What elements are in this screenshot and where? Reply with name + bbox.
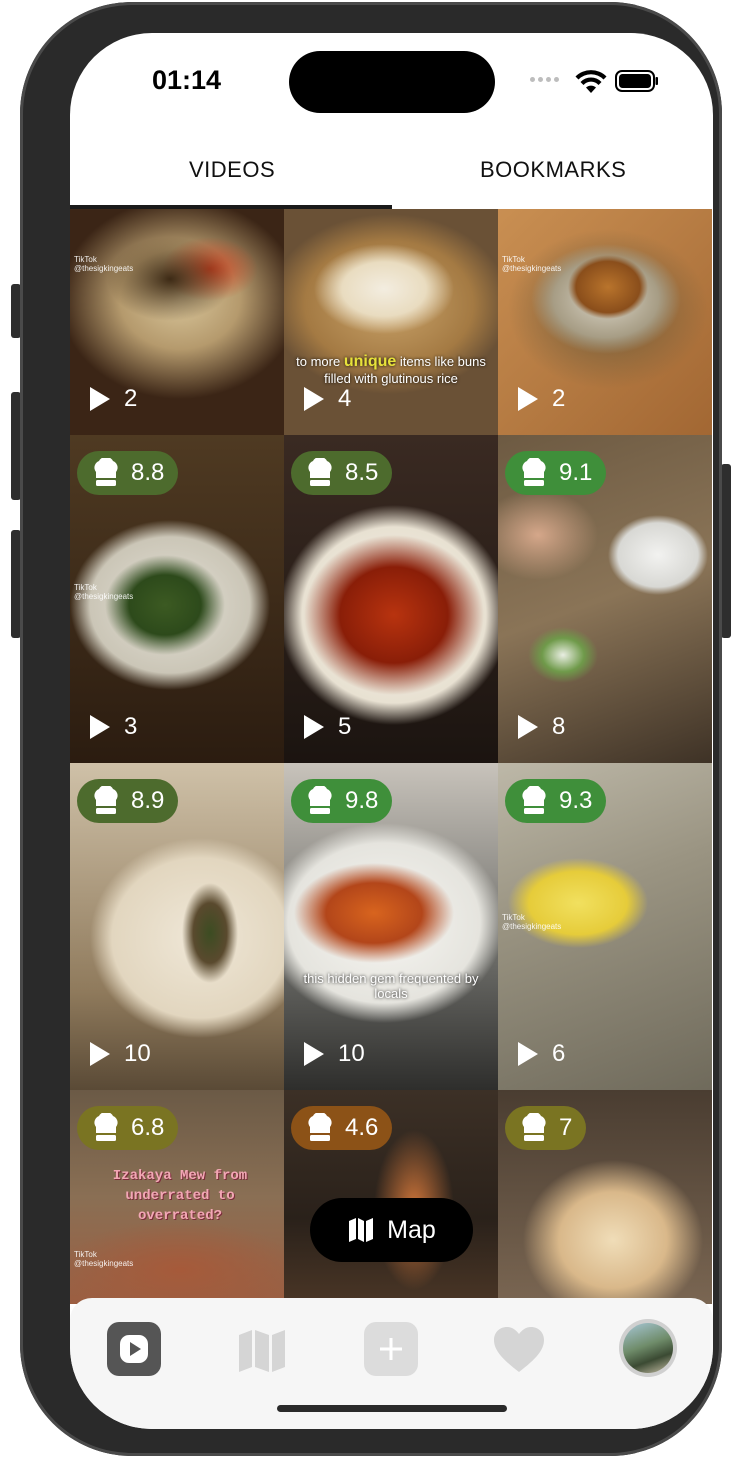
chef-hat-icon — [522, 786, 546, 814]
video-tile[interactable]: TikTok @thesigkingeats 2 — [498, 209, 712, 435]
plus-icon — [380, 1338, 402, 1360]
play-count: 8 — [518, 713, 565, 741]
avatar — [623, 1323, 673, 1373]
play-icon — [518, 1042, 538, 1066]
play-count: 6 — [518, 1040, 565, 1068]
dynamic-island — [289, 51, 495, 113]
play-icon — [518, 387, 538, 411]
video-tile[interactable]: TikTok @thesigkingeats 8.8 3 — [70, 435, 284, 763]
video-overlay-text: Izakaya Mew from underrated to overrated… — [112, 1168, 248, 1224]
play-count: 10 — [90, 1040, 151, 1068]
video-caption: this hidden gem frequented by locals — [303, 971, 479, 1001]
play-count: 10 — [304, 1040, 365, 1068]
tiktok-watermark: TikTok @thesigkingeats — [74, 1250, 134, 1268]
app-screen: 01:14 VIDEOS BOOKMARKS TikTok @thesigking… — [70, 33, 713, 1429]
home-indicator[interactable] — [277, 1405, 507, 1412]
tiktok-watermark: TikTok @thesigkingeats — [502, 255, 562, 273]
tabbar-map[interactable] — [234, 1322, 290, 1378]
play-icon — [120, 1335, 148, 1363]
rating-badge: 4.6 — [291, 1106, 393, 1150]
video-tile[interactable]: Izakaya Mew from underrated to overrated… — [70, 1090, 284, 1304]
tab-videos[interactable]: VIDEOS — [189, 157, 275, 183]
rating-badge: 9.1 — [505, 451, 607, 495]
tiktok-watermark: TikTok @thesigkingeats — [502, 913, 562, 931]
play-count: 3 — [90, 713, 137, 741]
video-tile[interactable]: 4.6 — [284, 1090, 498, 1304]
battery-icon — [615, 70, 658, 92]
play-icon — [90, 1042, 110, 1066]
heart-icon — [494, 1327, 544, 1372]
video-tile[interactable]: 8.5 5 — [284, 435, 498, 763]
video-caption: to more unique items like buns filled wi… — [296, 353, 486, 386]
wifi-icon — [575, 70, 607, 93]
chef-hat-icon — [522, 1113, 546, 1141]
tab-bookmarks[interactable]: BOOKMARKS — [480, 157, 626, 183]
play-icon — [304, 387, 324, 411]
status-time: 01:14 — [152, 65, 222, 95]
video-tile[interactable]: TikTok @thesigkingeats 9.3 6 — [498, 763, 712, 1090]
tabbar-add[interactable] — [364, 1322, 418, 1376]
tabbar-profile[interactable] — [619, 1319, 677, 1377]
map-button-label: Map — [387, 1215, 436, 1244]
phone-frame: 01:14 VIDEOS BOOKMARKS TikTok @thesigking… — [20, 2, 722, 1456]
play-icon — [518, 715, 538, 739]
rating-badge: 8.8 — [77, 451, 179, 495]
play-icon — [304, 715, 324, 739]
rating-badge: 9.8 — [291, 779, 393, 823]
bottom-tab-bar — [70, 1298, 713, 1429]
map-button[interactable]: Map — [310, 1198, 473, 1262]
chef-hat-icon — [308, 458, 332, 486]
chef-hat-icon — [94, 786, 118, 814]
play-count: 2 — [90, 385, 137, 413]
rating-badge: 8.9 — [77, 779, 179, 823]
video-tile[interactable]: 9.1 8 — [498, 435, 712, 763]
play-icon — [304, 1042, 324, 1066]
video-tile[interactable]: TikTok @thesigkingeats 2 — [70, 209, 284, 435]
rating-badge: 9.3 — [505, 779, 607, 823]
top-tabs: VIDEOS BOOKMARKS — [70, 133, 713, 209]
map-icon — [349, 1218, 374, 1242]
play-icon — [90, 387, 110, 411]
chef-hat-icon — [522, 458, 546, 486]
play-count: 4 — [304, 385, 351, 413]
tiktok-watermark: TikTok @thesigkingeats — [74, 583, 134, 601]
tiktok-watermark: TikTok @thesigkingeats — [74, 255, 134, 273]
video-tile[interactable]: 8.9 10 — [70, 763, 284, 1090]
rating-badge: 8.5 — [291, 451, 393, 495]
chef-hat-icon — [94, 1113, 118, 1141]
video-grid: TikTok @thesigkingeats 2 to more unique i… — [70, 209, 713, 1304]
map-icon — [239, 1330, 285, 1372]
chef-hat-icon — [94, 458, 118, 486]
video-tile[interactable]: 7 — [498, 1090, 712, 1304]
cellular-signal-icon — [530, 77, 559, 82]
rating-badge: 6.8 — [77, 1106, 179, 1150]
play-icon — [90, 715, 110, 739]
video-tile[interactable]: this hidden gem frequented by locals 9.8… — [284, 763, 498, 1090]
rating-badge: 7 — [505, 1106, 587, 1150]
tabbar-videos[interactable] — [107, 1322, 161, 1376]
play-count: 2 — [518, 385, 565, 413]
chef-hat-icon — [308, 1113, 332, 1141]
chef-hat-icon — [308, 786, 332, 814]
power-button[interactable] — [721, 464, 731, 638]
play-count: 5 — [304, 713, 351, 741]
tabbar-favorites[interactable] — [491, 1322, 547, 1378]
video-tile[interactable]: to more unique items like buns filled wi… — [284, 209, 498, 435]
